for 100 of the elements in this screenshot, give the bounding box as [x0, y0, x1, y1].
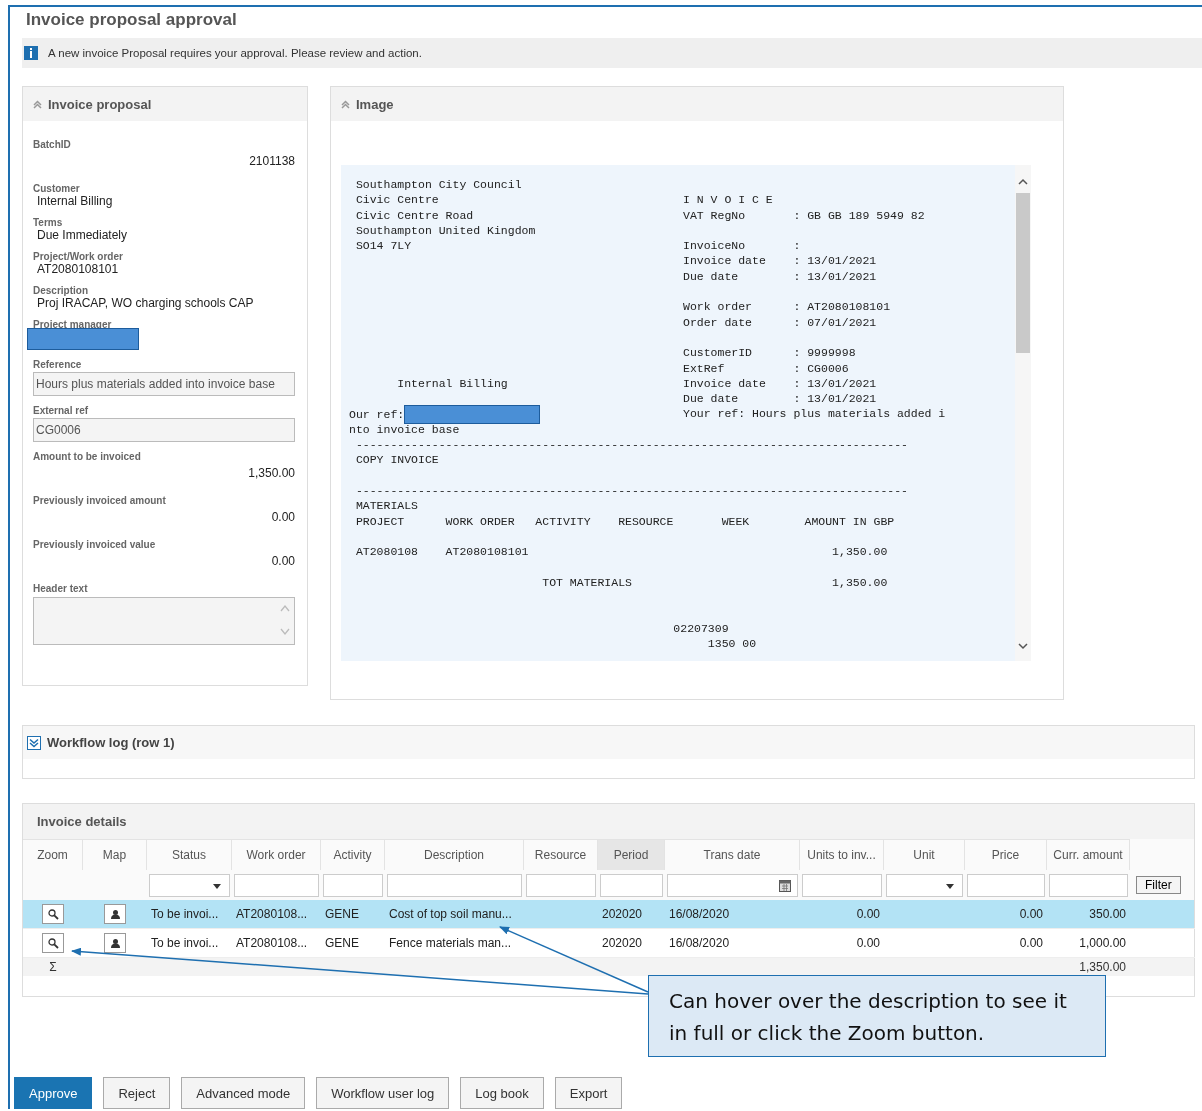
- document-text: 1350 00: [706, 636, 757, 652]
- document-text: COPY INVOICE: [354, 452, 439, 468]
- document-text: I N V O I C E: [683, 192, 773, 208]
- document-text: MATERIALS: [354, 498, 418, 514]
- table-cell: 0.00: [1019, 936, 1043, 950]
- action-button[interactable]: Export: [554, 1077, 623, 1109]
- document-text: PROJECT WORK ORDER ACTIVITY RESOURCE WEEK AMOUNT IN GBP: [354, 513, 895, 529]
- action-button[interactable]: Approve: [14, 1077, 93, 1109]
- field-value: AT2080108101: [36, 262, 120, 276]
- table-cell: GENE: [325, 907, 359, 921]
- page-title: Invoice proposal approval: [25, 9, 238, 31]
- panel-title: Invoice details: [37, 814, 127, 829]
- filter-field[interactable]: [387, 873, 522, 897]
- input-field[interactable]: Hours plus materials added into invoice base: [33, 372, 295, 396]
- column-header[interactable]: Period: [598, 839, 665, 870]
- field-value: Internal Billing: [36, 194, 114, 208]
- zoom-button[interactable]: [42, 933, 64, 953]
- field-label: Amount to be invoiced: [33, 451, 142, 462]
- field-label: Previously invoiced amount: [33, 495, 167, 506]
- person-icon: [109, 937, 121, 949]
- search-icon: [47, 937, 59, 949]
- table-cell: Fence materials man...: [389, 936, 512, 950]
- panel-title: Image: [356, 96, 394, 112]
- table-cell: 202020: [602, 936, 643, 950]
- document-text: Order date : 07/01/2021: [683, 314, 877, 330]
- input-field[interactable]: CG0006: [33, 418, 295, 442]
- document-text: InvoiceNo :: [683, 238, 801, 254]
- panel-title: Workflow log (row 1): [47, 735, 175, 750]
- table-cell: 0.00: [856, 907, 880, 921]
- field-label: Customer: [33, 183, 81, 194]
- field-value: 1,350.00: [247, 465, 295, 480]
- filter-field[interactable]: [323, 873, 383, 897]
- scroll-thumb[interactable]: [1016, 193, 1030, 353]
- filter-field[interactable]: [802, 873, 882, 897]
- field-label: Previously invoiced value: [33, 539, 157, 550]
- document-text: CustomerID : 9999998: [683, 345, 856, 361]
- person-icon: [109, 908, 121, 920]
- scroll-up-icon[interactable]: [1017, 177, 1029, 187]
- document-text: SO14 7LY: [354, 238, 412, 254]
- document-text: TOT MATERIALS 1,350.00: [541, 574, 888, 590]
- date-filter-field[interactable]: [667, 873, 798, 897]
- document-text: Invoice date : 13/01/2021: [683, 253, 877, 269]
- expand-icon[interactable]: [27, 735, 41, 750]
- field-label: External ref: [33, 405, 90, 416]
- field-label: Project manager: [33, 319, 113, 330]
- document-text: Your ref: Hours plus materials added i: [683, 406, 946, 422]
- document-text: Southampton City Council: [354, 177, 522, 193]
- field-label: Header text: [33, 583, 89, 594]
- field-value: 0.00: [270, 509, 295, 524]
- filter-field[interactable]: [526, 873, 596, 897]
- caret-icon: [213, 883, 221, 889]
- info-message: A new invoice Proposal requires your approval. Please review and action.: [48, 47, 422, 59]
- sum-symbol: Σ: [49, 960, 57, 974]
- table-cell: 202020: [602, 907, 643, 921]
- filter-button[interactable]: Filter: [1136, 876, 1181, 894]
- field-value: Due Immediately: [36, 228, 129, 242]
- action-button[interactable]: Reject: [103, 1077, 171, 1109]
- action-button[interactable]: Workflow user log: [316, 1077, 450, 1109]
- collapse-icon[interactable]: [33, 99, 42, 109]
- text-area[interactable]: [33, 597, 295, 645]
- table-cell: 0.00: [1019, 907, 1043, 921]
- table-row[interactable]: To be invoi... AT2080108... GENE Cost of top soil manu... 202020 16/08/2020 0.00 0.00 350.00: [23, 900, 1194, 929]
- table-cell: AT2080108...: [236, 936, 308, 950]
- document-text: VAT RegNo : GB GB 189 5949 82: [683, 207, 925, 223]
- document-text: Civic Centre: [354, 192, 439, 208]
- scroll-down-icon[interactable]: [1017, 641, 1029, 651]
- scroll-arrows-icon[interactable]: [280, 603, 290, 637]
- search-icon: [47, 908, 59, 920]
- field-label: Project/Work order: [33, 251, 124, 262]
- callout-note: Can hover over the description to see it in full or click the Zoom button.: [648, 975, 1106, 1057]
- action-button[interactable]: Log book: [460, 1077, 544, 1109]
- document-text: Work order : AT2080108101: [683, 299, 891, 315]
- action-button[interactable]: Advanced mode: [181, 1077, 306, 1109]
- document-text: Our ref:: [349, 406, 405, 422]
- filter-field[interactable]: [600, 873, 663, 897]
- document-text: nto invoice base: [349, 421, 460, 437]
- calendar-icon[interactable]: [779, 878, 791, 892]
- document-text: ExtRef : CG0006: [683, 360, 849, 376]
- map-button[interactable]: [104, 904, 126, 924]
- filter-field[interactable]: [234, 873, 319, 897]
- document-text: Due date : 13/01/2021: [683, 391, 877, 407]
- scrollbar[interactable]: [1015, 165, 1031, 661]
- filter-dropdown[interactable]: [886, 873, 963, 897]
- field-label: BatchID: [33, 139, 72, 150]
- caret-icon: [946, 883, 954, 889]
- field-value: Proj IRACAP, WO charging schools CAP: [36, 296, 255, 310]
- collapse-icon[interactable]: [341, 99, 350, 109]
- filter-field[interactable]: [1049, 873, 1128, 897]
- table-cell: 350.00: [1089, 907, 1126, 921]
- field-value: 0.00: [270, 553, 295, 568]
- map-button[interactable]: [104, 933, 126, 953]
- document-text: Invoice date : 13/01/2021: [683, 375, 877, 392]
- document-text: Internal Billing: [396, 376, 508, 391]
- document-text: --------------------------------------------------------------------------------: [354, 437, 908, 453]
- zoom-button[interactable]: [42, 904, 64, 924]
- filter-field[interactable]: [967, 873, 1045, 897]
- table-cell: To be invoi...: [151, 907, 219, 921]
- info-icon: [24, 46, 38, 60]
- filter-dropdown[interactable]: [149, 873, 230, 897]
- table-cell: 16/08/2020: [669, 907, 730, 921]
